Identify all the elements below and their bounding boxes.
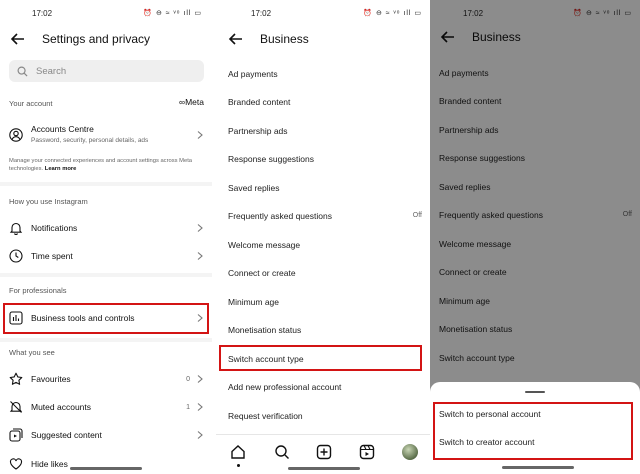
welcome-message-item[interactable]: Welcome message [228, 240, 300, 250]
highlight-box [219, 345, 422, 371]
hide-likes-label: Hide likes [31, 459, 68, 469]
muted-count: 1 [186, 403, 190, 411]
divider [0, 273, 212, 277]
home-icon[interactable] [230, 444, 246, 460]
bell-icon [9, 222, 23, 235]
favourites-label: Favourites [31, 374, 71, 384]
chevron-right-icon [197, 224, 203, 232]
page-title: Settings and privacy [42, 32, 151, 46]
person-circle-icon [9, 128, 23, 142]
divider [0, 182, 212, 186]
faq-item[interactable]: Frequently asked questions [228, 211, 332, 221]
star-icon [9, 372, 23, 385]
response-suggestions-item[interactable]: Response suggestions [228, 154, 314, 164]
content-icon [9, 428, 23, 442]
highlight-box [433, 402, 633, 460]
chevron-right-icon [197, 431, 203, 439]
time-spent-label: Time spent [31, 251, 73, 261]
suggested-content-row[interactable]: Suggested content [0, 422, 212, 448]
notifications-row[interactable]: Notifications [0, 215, 212, 241]
clock-icon [9, 249, 23, 263]
chevron-right-icon [197, 375, 203, 383]
learn-more-link[interactable]: Learn more [45, 166, 77, 172]
connect-or-create-item[interactable]: Connect or create [228, 268, 296, 278]
search-icon [17, 66, 28, 77]
search-input[interactable]: Search [9, 60, 204, 82]
chevron-right-icon [197, 131, 203, 139]
section-your-account: Your account [9, 99, 53, 108]
status-time: 17:02 [32, 9, 53, 18]
sheet-grab-handle[interactable] [525, 391, 545, 393]
status-icons: ⏰ ⊖ ≈ ᵛᵒ ıll ▭ [143, 10, 202, 17]
heart-off-icon [9, 458, 23, 470]
chevron-right-icon [197, 252, 203, 260]
notifications-label: Notifications [31, 223, 78, 233]
saved-replies-item[interactable]: Saved replies [228, 183, 280, 193]
monetisation-status-item[interactable]: Monetisation status [228, 325, 301, 335]
search-icon[interactable] [274, 444, 290, 460]
time-spent-row[interactable]: Time spent [0, 243, 212, 269]
muted-accounts-row[interactable]: Muted accounts 1 [0, 394, 212, 420]
hide-likes-row[interactable]: Hide likes [0, 451, 212, 474]
home-indicator [288, 467, 360, 470]
section-for-professionals: For professionals [9, 286, 67, 295]
section-how-you-use: How you use Instagram [9, 197, 88, 206]
accounts-centre-row[interactable]: Accounts Centre Password, security, pers… [0, 121, 212, 149]
home-indicator [502, 466, 574, 469]
profile-avatar[interactable] [402, 444, 418, 460]
divider [0, 338, 212, 342]
search-placeholder: Search [36, 65, 67, 77]
business-screen: 17:02 ⏰ ⊖ ≈ ᵛᵒ ıll ▭ Business Ad payment… [216, 0, 430, 474]
business-screen-with-sheet: 17:02 ⏰ ⊖ ≈ ᵛᵒ ıll ▭ Business Ad payment… [430, 0, 640, 474]
reels-icon[interactable] [359, 444, 375, 460]
minimum-age-item[interactable]: Minimum age [228, 297, 279, 307]
highlight-box [3, 303, 209, 334]
home-active-dot [237, 464, 240, 467]
favourites-count: 0 [186, 375, 190, 383]
page-title: Business [260, 32, 309, 46]
partnership-ads-item[interactable]: Partnership ads [228, 126, 288, 136]
home-indicator [70, 467, 142, 470]
favourites-row[interactable]: Favourites 0 [0, 366, 212, 392]
status-time: 17:02 [251, 9, 272, 18]
suggested-content-label: Suggested content [31, 430, 102, 440]
screenshot-collage: 17:02 ⏰ ⊖ ≈ ᵛᵒ ıll ▭ Settings and privac… [0, 0, 640, 474]
muted-bell-icon [9, 401, 23, 413]
ad-payments-item[interactable]: Ad payments [228, 69, 278, 79]
accounts-centre-sub: Password, security, personal details, ad… [31, 137, 149, 144]
add-professional-account-item[interactable]: Add new professional account [228, 382, 341, 392]
back-arrow-icon[interactable] [10, 31, 26, 47]
back-arrow-icon[interactable] [228, 31, 244, 47]
branded-content-item[interactable]: Branded content [228, 97, 290, 107]
section-what-you-see: What you see [9, 348, 55, 357]
settings-privacy-screen: 17:02 ⏰ ⊖ ≈ ᵛᵒ ıll ▭ Settings and privac… [0, 0, 212, 474]
chevron-right-icon [197, 403, 203, 411]
header: Settings and privacy [0, 28, 212, 50]
accounts-note: Manage your connected experiences and ac… [9, 158, 193, 172]
muted-accounts-label: Muted accounts [31, 402, 92, 412]
header: Business [216, 28, 430, 50]
bottom-sheet: Switch to personal account Switch to cre… [430, 382, 640, 474]
status-icons: ⏰ ⊖ ≈ ᵛᵒ ıll ▭ [363, 10, 422, 17]
accounts-centre-label: Accounts Centre [31, 124, 94, 134]
create-post-icon[interactable] [316, 444, 332, 460]
request-verification-item[interactable]: Request verification [228, 411, 303, 421]
meta-logo: ∞Meta [179, 97, 204, 107]
faq-status: Off [412, 212, 422, 219]
